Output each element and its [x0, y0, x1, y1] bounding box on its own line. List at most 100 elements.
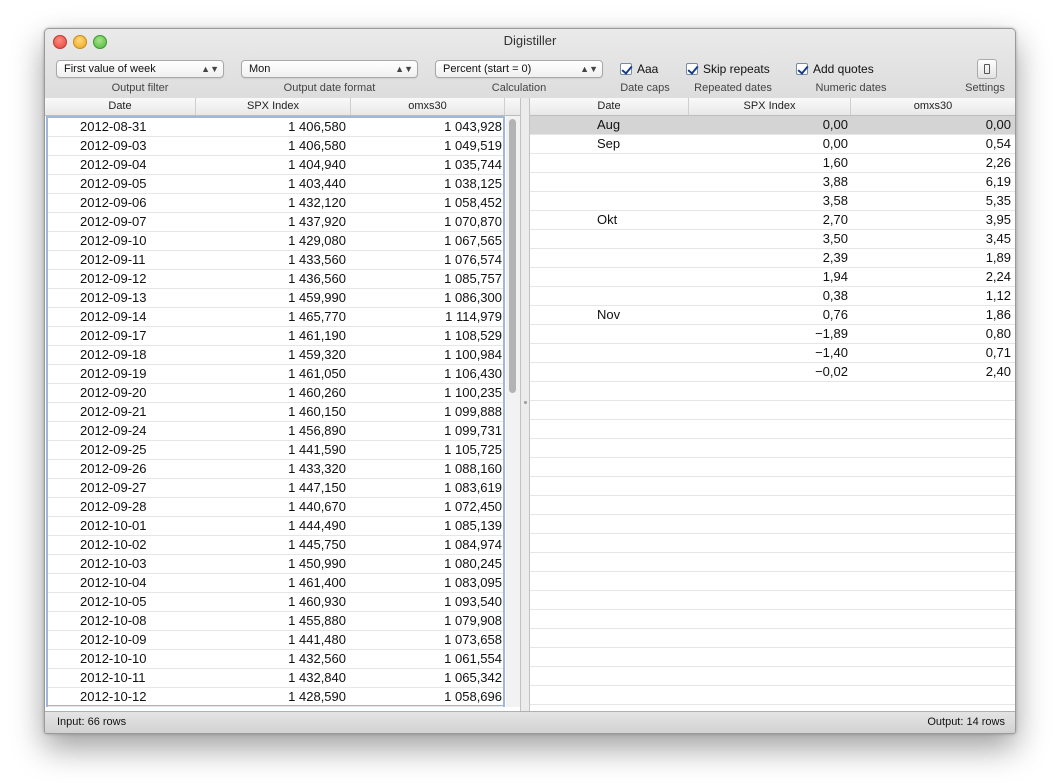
table-row[interactable]: 2012-10-02 1 445,750 1 084,974 — [48, 536, 503, 555]
table-row[interactable]: 2012-09-10 1 429,080 1 067,565 — [48, 232, 503, 251]
date-caps-text: Aaa — [637, 62, 659, 76]
empty-row — [530, 686, 1015, 705]
table-row[interactable]: 0,38 1,12 — [530, 287, 1015, 306]
repeated-dates-checkbox[interactable]: Skip repeats — [686, 62, 770, 76]
column-header-date[interactable]: Date — [45, 98, 196, 115]
table-row[interactable]: 2012-09-28 1 440,670 1 072,450 — [48, 498, 503, 517]
date-caps-checkbox[interactable]: Aaa — [620, 62, 658, 76]
output-row-count: Output: 14 rows — [927, 716, 1005, 728]
spx-cell: 1 429,080 — [288, 233, 346, 248]
date-cell: 2012-09-04 — [80, 157, 147, 172]
date-cell: 2012-09-11 — [80, 252, 146, 267]
spx-cell: 1 460,150 — [288, 404, 346, 419]
table-row[interactable]: 2012-09-27 1 447,150 1 083,619 — [48, 479, 503, 498]
column-header-omxs30[interactable]: omxs30 — [851, 98, 1015, 115]
table-row[interactable]: 2012-09-14 1 465,770 1 114,979 — [48, 308, 503, 327]
table-row[interactable]: 2012-09-11 1 433,560 1 076,574 — [48, 251, 503, 270]
date-cell: 2012-10-01 — [80, 518, 147, 533]
spx-cell: 1 436,560 — [288, 271, 346, 286]
table-row[interactable]: 2012-10-12 1 428,590 1 058,696 — [48, 688, 503, 707]
omxs30-cell: 5,35 — [985, 193, 1011, 208]
table-row[interactable]: Sep 0,00 0,54 — [530, 135, 1015, 154]
table-row[interactable]: 2012-08-31 1 406,580 1 043,928 — [48, 118, 503, 137]
spx-cell: 3,88 — [822, 174, 848, 189]
table-row[interactable]: 2012-10-03 1 450,990 1 080,245 — [48, 555, 503, 574]
checkmark-icon[interactable] — [686, 63, 698, 75]
omxs30-cell: 2,26 — [985, 155, 1011, 170]
settings-button[interactable] — [977, 59, 997, 79]
spx-cell: 1 441,480 — [288, 632, 346, 647]
table-row[interactable]: −0,02 2,40 — [530, 363, 1015, 382]
table-row[interactable]: 2012-09-25 1 441,590 1 105,725 — [48, 441, 503, 460]
spx-cell: −0,02 — [815, 364, 848, 379]
table-row[interactable]: −1,89 0,80 — [530, 325, 1015, 344]
omxs30-cell: 1 080,245 — [444, 556, 502, 571]
scroll-thumb[interactable] — [509, 119, 516, 393]
spx-cell: 1 459,990 — [288, 290, 346, 305]
spx-cell: 0,76 — [822, 307, 848, 322]
table-row[interactable]: 2012-09-04 1 404,940 1 035,744 — [48, 156, 503, 175]
table-row[interactable]: 2012-10-01 1 444,490 1 085,139 — [48, 517, 503, 536]
table-row[interactable]: 2012-09-20 1 460,260 1 100,235 — [48, 384, 503, 403]
table-row[interactable]: Aug 0,00 0,00 — [530, 116, 1015, 135]
table-row[interactable]: 2012-09-06 1 432,120 1 058,452 — [48, 194, 503, 213]
table-row[interactable]: 2012-09-18 1 459,320 1 100,984 — [48, 346, 503, 365]
table-row[interactable]: 2012-10-09 1 441,480 1 073,658 — [48, 631, 503, 650]
table-row[interactable]: 2012-09-03 1 406,580 1 049,519 — [48, 137, 503, 156]
table-row[interactable]: 2012-09-19 1 461,050 1 106,430 — [48, 365, 503, 384]
table-row[interactable]: Nov 0,76 1,86 — [530, 306, 1015, 325]
date-cell: 2012-09-25 — [80, 442, 147, 457]
checkmark-icon[interactable] — [620, 63, 632, 75]
numeric-dates-checkbox[interactable]: Add quotes — [796, 62, 874, 76]
date-cell: 2012-10-09 — [80, 632, 147, 647]
spx-cell: 1,94 — [822, 269, 848, 284]
table-row[interactable]: 2012-10-08 1 455,880 1 079,908 — [48, 612, 503, 631]
spx-cell: 1 465,770 — [288, 309, 346, 324]
table-row[interactable]: 2012-10-11 1 432,840 1 065,342 — [48, 669, 503, 688]
table-row[interactable]: 2012-10-04 1 461,400 1 083,095 — [48, 574, 503, 593]
split-view-divider[interactable] — [520, 98, 530, 711]
table-row[interactable]: Okt 2,70 3,95 — [530, 211, 1015, 230]
table-row[interactable]: 2012-09-05 1 403,440 1 038,125 — [48, 175, 503, 194]
calculation-select[interactable]: Percent (start = 0) ▲▼ — [435, 60, 603, 78]
date-format-value: Mon — [249, 63, 271, 75]
spx-cell: 1 441,590 — [288, 442, 346, 457]
input-scrollbar[interactable] — [506, 116, 520, 707]
table-row[interactable]: 2012-10-10 1 432,560 1 061,554 — [48, 650, 503, 669]
table-row[interactable]: 2012-09-24 1 456,890 1 099,731 — [48, 422, 503, 441]
table-row[interactable]: 3,58 5,35 — [530, 192, 1015, 211]
table-row[interactable]: 2012-09-17 1 461,190 1 108,529 — [48, 327, 503, 346]
table-row[interactable]: 2,39 1,89 — [530, 249, 1015, 268]
omxs30-cell: 1 073,658 — [444, 632, 502, 647]
table-row[interactable]: 2012-09-21 1 460,150 1 099,888 — [48, 403, 503, 422]
omxs30-cell: 1 061,554 — [444, 651, 502, 666]
column-header-spx[interactable]: SPX Index — [689, 98, 851, 115]
date-format-select[interactable]: Mon ▲▼ — [241, 60, 418, 78]
table-row[interactable]: −1,40 0,71 — [530, 344, 1015, 363]
date-cell: Okt — [597, 212, 618, 227]
column-header-omxs30[interactable]: omxs30 — [351, 98, 505, 115]
table-row[interactable]: 1,60 2,26 — [530, 154, 1015, 173]
spx-cell: 1 447,150 — [288, 480, 346, 495]
empty-row — [530, 629, 1015, 648]
table-row[interactable]: 2012-09-13 1 459,990 1 086,300 — [48, 289, 503, 308]
omxs30-cell: 1 067,565 — [444, 233, 502, 248]
column-header-date[interactable]: Date — [530, 98, 689, 115]
table-row[interactable]: 2012-09-07 1 437,920 1 070,870 — [48, 213, 503, 232]
table-row[interactable]: 2012-09-12 1 436,560 1 085,757 — [48, 270, 503, 289]
table-row[interactable]: 3,50 3,45 — [530, 230, 1015, 249]
omxs30-cell: 1 086,300 — [444, 290, 502, 305]
table-row[interactable]: 3,88 6,19 — [530, 173, 1015, 192]
omxs30-cell: 1 070,870 — [444, 214, 502, 229]
table-row[interactable]: 2012-10-05 1 460,930 1 093,540 — [48, 593, 503, 612]
output-filter-select[interactable]: First value of week ▲▼ — [56, 60, 224, 78]
omxs30-cell: 1 043,928 — [444, 119, 502, 134]
omxs30-cell: 0,71 — [985, 345, 1011, 360]
checkmark-icon[interactable] — [796, 63, 808, 75]
table-row[interactable]: 1,94 2,24 — [530, 268, 1015, 287]
spx-cell: 1 406,580 — [288, 119, 346, 134]
column-header-spx[interactable]: SPX Index — [196, 98, 351, 115]
table-row[interactable]: 2012-09-26 1 433,320 1 088,160 — [48, 460, 503, 479]
input-table-body[interactable]: 2012-08-31 1 406,580 1 043,928 2012-09-03 1 … — [46, 116, 505, 707]
output-table-body[interactable]: Aug 0,00 0,00 Sep 0,00 0,54 1,60 2,26 3,88 6,19 3,… — [530, 116, 1015, 707]
